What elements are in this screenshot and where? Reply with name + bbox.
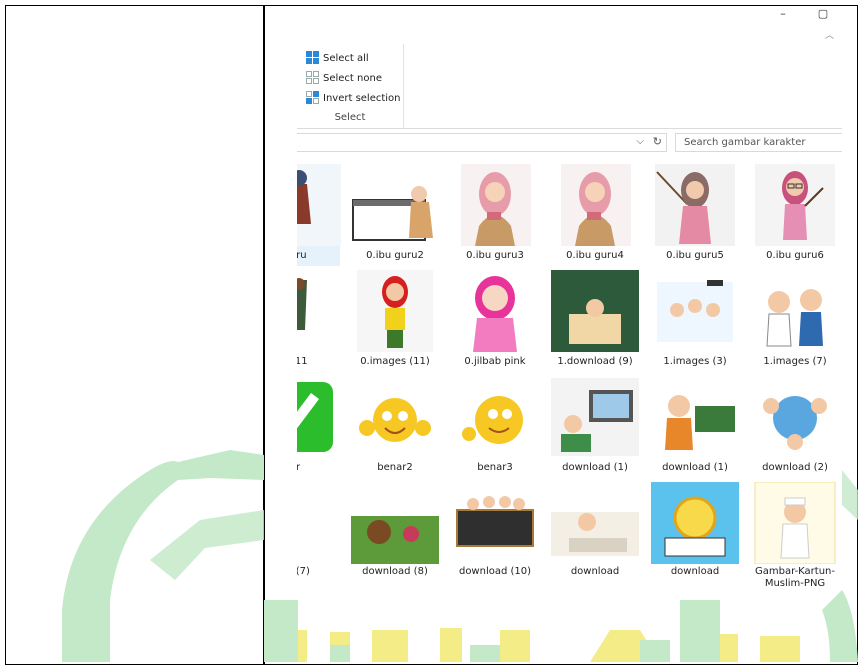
- file-tile[interactable]: 0.ibu guru6: [749, 164, 841, 268]
- file-name-label: 0.ibu guru6: [766, 250, 824, 261]
- file-tile[interactable]: guru: [297, 164, 341, 268]
- file-tile[interactable]: download (2): [749, 376, 841, 480]
- file-name-label: download (8): [362, 566, 428, 577]
- file-thumbnail: [297, 270, 341, 352]
- file-thumbnail: [549, 376, 641, 458]
- file-thumbnail: [449, 376, 541, 458]
- file-tile[interactable]: download (1): [549, 376, 641, 480]
- select-none-button[interactable]: Select none: [306, 70, 382, 86]
- file-thumbnail: [749, 481, 841, 565]
- file-tile[interactable]: 0.jilbab pink: [449, 270, 541, 374]
- file-thumbnail: [649, 164, 741, 246]
- file-name-label: download (2): [762, 462, 828, 473]
- file-name-label: 0.ibu guru5: [666, 250, 724, 261]
- file-tile[interactable]: 0.ibu guru3: [449, 164, 541, 268]
- file-name-label: guru: [297, 250, 307, 261]
- file-thumbnail: [749, 270, 841, 352]
- file-tile[interactable]: download: [549, 482, 641, 586]
- file-explorer-window: – ▢ ︿ Select all Select none Invert sele…: [297, 6, 842, 630]
- ribbon: ︿ Select all Select none Invert selectio…: [297, 6, 842, 129]
- file-thumbnail: [349, 376, 441, 458]
- file-name-label: benar2: [377, 462, 413, 473]
- file-tile[interactable]: 0.ibu guru4: [549, 164, 641, 268]
- file-thumbnail: [649, 376, 741, 458]
- file-tile[interactable]: benar3: [449, 376, 541, 480]
- invert-selection-icon: [306, 91, 320, 105]
- file-grid: guru 0.ibu guru2 0.ibu guru3 0.ibu guru4 0.i…: [297, 164, 842, 630]
- file-name-label: 0.ibu guru3: [466, 250, 524, 261]
- file-name-label: 0.ibu guru2: [366, 250, 424, 261]
- file-tile[interactable]: 0.ibu guru2: [349, 164, 441, 268]
- file-thumbnail: [297, 164, 341, 246]
- file-thumbnail: [649, 482, 741, 564]
- file-thumbnail: [549, 164, 641, 246]
- file-thumbnail: [549, 270, 641, 352]
- ribbon-collapse-chevron-icon[interactable]: ︿: [825, 28, 834, 41]
- file-name-label: 0.images (11): [360, 356, 430, 367]
- file-name-label: download (1): [562, 462, 628, 473]
- file-thumbnail: [749, 376, 841, 458]
- file-thumbnail: [549, 482, 641, 564]
- file-thumbnail: [349, 164, 441, 246]
- file-tile[interactable]: download (1): [649, 376, 741, 480]
- file-thumbnail: [349, 270, 441, 352]
- select-all-icon: [306, 51, 320, 65]
- file-name-label: download (10): [458, 566, 532, 577]
- select-all-button[interactable]: Select all: [306, 50, 369, 66]
- file-tile[interactable]: 0.ibu guru5: [649, 164, 741, 268]
- refresh-icon[interactable]: ↻: [653, 135, 662, 148]
- address-dropdown-icon[interactable]: ⌵: [636, 136, 644, 147]
- file-thumbnail: [349, 482, 441, 564]
- file-name-label: 1.download (9): [557, 356, 633, 367]
- search-input[interactable]: Search gambar karakter: [675, 133, 842, 152]
- invert-selection-label: Invert selection: [323, 92, 401, 104]
- file-tile[interactable]: download (10): [449, 482, 541, 586]
- file-thumbnail: [749, 164, 841, 246]
- file-thumbnail: [297, 376, 341, 458]
- file-thumbnail: [449, 164, 541, 246]
- ribbon-group-select: Select all Select none Invert selection …: [297, 44, 404, 128]
- file-thumbnail: [649, 270, 741, 352]
- file-thumbnail: [449, 482, 541, 564]
- file-tile[interactable]: download: [649, 482, 741, 586]
- file-tile[interactable]: 1.images (3): [649, 270, 741, 374]
- search-placeholder: Search gambar karakter: [684, 137, 806, 148]
- select-none-icon: [306, 71, 320, 85]
- ribbon-group-label: Select: [334, 112, 366, 123]
- file-name-label: 1.images (3): [663, 356, 727, 367]
- file-tile[interactable]: 1.download (9): [549, 270, 641, 374]
- file-name-label: 1.images (7): [763, 356, 827, 367]
- file-tile[interactable]: benar2: [349, 376, 441, 480]
- file-thumbnail: [297, 482, 341, 564]
- file-name-label: 0.jilbab pink: [464, 356, 526, 367]
- file-tile[interactable]: 1.images (7): [749, 270, 841, 374]
- file-name-label: ar: [297, 462, 301, 473]
- file-name-label: download (1): [662, 462, 728, 473]
- file-name-label: Gambar-Kartun-Muslim-PNG: [755, 566, 835, 589]
- file-name-label: download: [570, 566, 620, 577]
- file-name-label: download: [670, 566, 720, 577]
- file-name-label: ad (7): [297, 566, 310, 577]
- document-table-divider: [263, 5, 265, 665]
- file-tile[interactable]: download (8): [349, 482, 441, 586]
- file-tile[interactable]: ad (7): [297, 482, 341, 586]
- file-tile[interactable]: ar: [297, 376, 341, 480]
- file-tile[interactable]: ge11: [297, 270, 341, 374]
- file-thumbnail: [449, 270, 541, 352]
- file-tile[interactable]: Gambar-Kartun-Muslim-PNG: [749, 481, 841, 589]
- address-bar[interactable]: ⌵ ↻: [297, 133, 667, 152]
- file-name-label: benar3: [477, 462, 513, 473]
- file-name-label: ge11: [297, 356, 308, 367]
- file-name-label: 0.ibu guru4: [566, 250, 624, 261]
- file-tile[interactable]: 0.images (11): [349, 270, 441, 374]
- select-none-label: Select none: [323, 72, 382, 84]
- invert-selection-button[interactable]: Invert selection: [306, 90, 401, 106]
- select-all-label: Select all: [323, 52, 369, 64]
